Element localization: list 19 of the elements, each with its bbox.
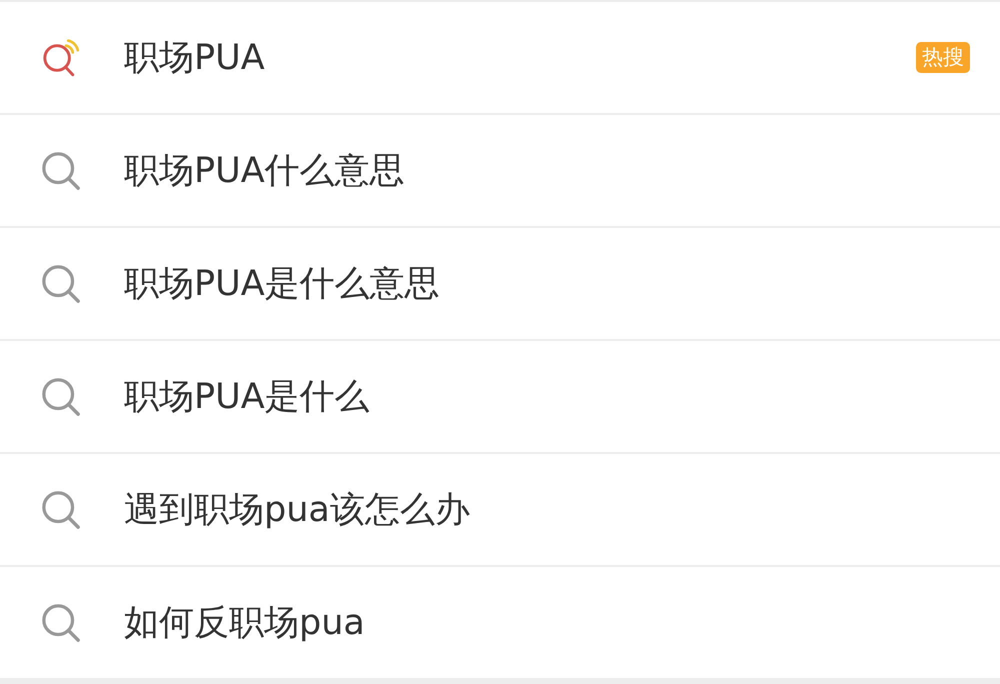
- suggestion-row[interactable]: 职场PUA是什么: [0, 341, 1000, 452]
- suggestion-text: 职场PUA什么意思: [124, 150, 405, 192]
- search-icon: [42, 264, 80, 302]
- search-icon: [42, 490, 80, 528]
- suggestion-text: 职场PUA: [124, 36, 265, 78]
- suggestion-row[interactable]: 职场PUA 热搜: [0, 2, 1000, 113]
- suggestion-text: 职场PUA是什么: [124, 376, 370, 418]
- suggestion-row[interactable]: 遇到职场pua该怎么办: [0, 454, 1000, 565]
- suggestion-text: 职场PUA是什么意思: [124, 262, 440, 304]
- suggestion-row[interactable]: 职场PUA是什么意思: [0, 228, 1000, 339]
- suggestion-row[interactable]: 如何反职场pua: [0, 567, 1000, 678]
- search-icon: [42, 378, 80, 416]
- search-icon: [42, 152, 80, 190]
- search-icon: [42, 604, 80, 642]
- trending-search-icon: [42, 38, 80, 76]
- suggestion-row[interactable]: 职场PUA什么意思: [0, 115, 1000, 226]
- suggestion-text: 如何反职场pua: [124, 602, 365, 644]
- hot-badge: 热搜: [916, 42, 970, 74]
- suggestion-text: 遇到职场pua该怎么办: [124, 488, 470, 530]
